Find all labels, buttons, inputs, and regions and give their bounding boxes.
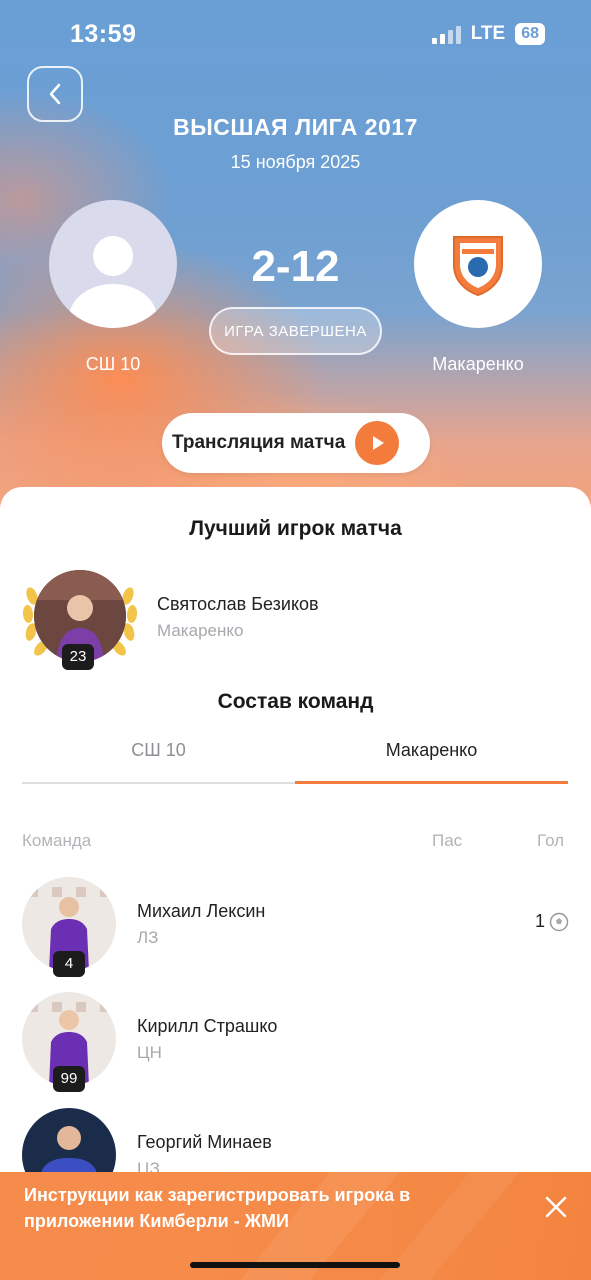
chevron-left-icon <box>49 83 61 105</box>
best-player-avatar[interactable]: 23 <box>22 566 138 670</box>
close-icon[interactable] <box>543 1194 569 1220</box>
column-header-assists: Пас <box>432 831 463 850</box>
column-header-team: Команда <box>22 831 92 850</box>
status-indicators: LTE 68 <box>431 23 545 45</box>
column-header-goals: Гол <box>537 831 565 850</box>
player-number: 99 <box>53 1066 85 1092</box>
network-type: LTE <box>470 23 506 44</box>
play-icon <box>355 421 400 465</box>
match-status-badge: ИГРА ЗАВЕРШЕНА <box>209 307 382 355</box>
home-indicator <box>190 1262 400 1268</box>
player-goal-count: 1 <box>534 911 545 931</box>
player-goals: 1 <box>535 911 569 932</box>
signal-icon <box>431 24 461 44</box>
player-row[interactable]: 99 Кирилл Страшко ЦН <box>0 992 591 1102</box>
tab-home-team[interactable]: СШ 10 <box>22 736 295 784</box>
home-team-name[interactable]: СШ 10 <box>28 354 198 375</box>
league-title: ВЫСШАЯ ЛИГА 2017 <box>173 114 418 140</box>
match-date: 15 ноября 2025 <box>230 152 361 172</box>
status-time: 13:59 <box>70 20 137 48</box>
best-player-name[interactable]: Святослав Безиков <box>157 594 319 615</box>
player-number: 4 <box>53 951 85 977</box>
player-position: ЦН <box>137 1043 162 1062</box>
lineup-tabs: СШ 10 Макаренко <box>22 736 569 784</box>
match-stream-button[interactable]: Трансляция матча <box>162 413 430 473</box>
match-score: 2-12 <box>251 242 340 291</box>
best-player-title: Лучший игрок матча <box>189 517 402 540</box>
player-name: Кирилл Страшко <box>137 1016 278 1036</box>
tab-away-team[interactable]: Макаренко <box>295 736 568 784</box>
player-position: ЛЗ <box>137 928 159 947</box>
lineups-title: Состав команд <box>217 690 374 713</box>
player-name: Георгий Минаев <box>137 1132 272 1152</box>
soccer-ball-icon <box>549 912 569 931</box>
best-player-number: 23 <box>62 644 94 670</box>
best-player-team: Макаренко <box>157 621 244 640</box>
player-row[interactable]: 4 Михаил Лексин ЛЗ 1 <box>0 877 591 987</box>
stream-button-label: Трансляция матча <box>172 432 346 453</box>
status-bar: 13:59 LTE 68 <box>0 0 591 70</box>
away-team-name[interactable]: Макаренко <box>393 354 563 375</box>
player-name: Михаил Лексин <box>137 901 266 921</box>
battery-icon: 68 <box>515 23 545 45</box>
banner-text: Инструкции как зарегистрировать игрока в… <box>24 1185 411 1231</box>
